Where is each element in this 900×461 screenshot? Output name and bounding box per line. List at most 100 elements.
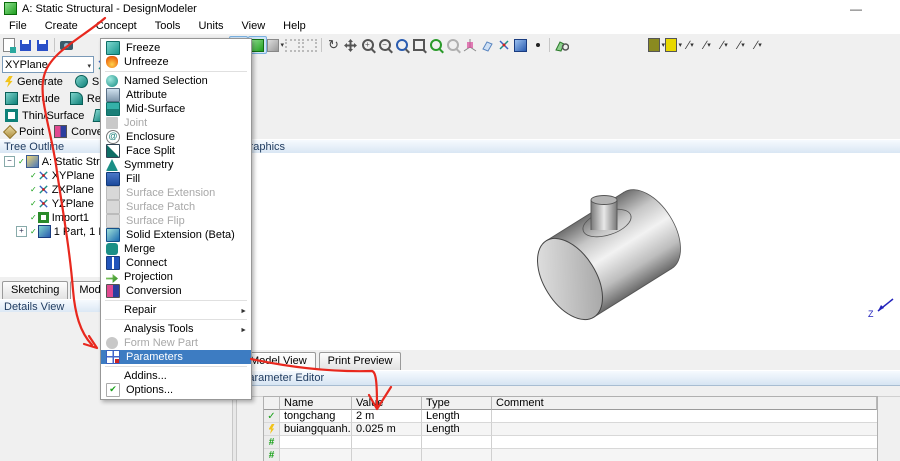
param-type-cell bbox=[422, 436, 492, 449]
triad-z: Z bbox=[868, 298, 894, 319]
zoom-to-fit-icon[interactable] bbox=[427, 37, 444, 53]
tab-sketching[interactable]: Sketching bbox=[2, 281, 69, 299]
box-select-icon bbox=[284, 37, 301, 53]
window-title: A: Static Structural - DesignModeler bbox=[22, 2, 197, 15]
menu-help[interactable]: Help bbox=[274, 19, 315, 33]
parameter-row: tongchang 2 m Length bbox=[264, 410, 877, 423]
menu-create[interactable]: Create bbox=[36, 19, 87, 33]
parameter-new-row bbox=[264, 436, 877, 449]
collapse-icon[interactable]: − bbox=[4, 156, 15, 167]
generate-button[interactable]: Generate bbox=[0, 74, 68, 89]
shaded-exterior-icon[interactable] bbox=[648, 37, 665, 53]
point-button[interactable]: Point bbox=[0, 124, 49, 139]
surface-flip-icon bbox=[106, 214, 120, 228]
menu-item-connect[interactable]: Connect bbox=[101, 256, 251, 270]
box-zoom-icon[interactable] bbox=[410, 37, 427, 53]
edge-color-icon-3[interactable]: ∕ bbox=[716, 37, 733, 53]
zoom-in-icon[interactable]: + bbox=[359, 37, 376, 53]
body-view-icon[interactable] bbox=[512, 37, 529, 53]
param-comment-cell[interactable] bbox=[492, 436, 877, 449]
tree-item-zxplane[interactable]: ✓ ZXPlane bbox=[30, 183, 94, 196]
parameters-icon bbox=[106, 350, 120, 364]
pan-icon[interactable] bbox=[342, 37, 359, 53]
menu-item-merge[interactable]: Merge bbox=[101, 242, 251, 256]
save-as-icon[interactable] bbox=[34, 37, 51, 53]
look-at-face-icon[interactable] bbox=[553, 37, 570, 53]
rotate-icon[interactable] bbox=[325, 37, 342, 53]
axes-icon[interactable] bbox=[495, 37, 512, 53]
menu-item-fill[interactable]: Fill bbox=[101, 172, 251, 186]
param-name-cell[interactable]: tongchang bbox=[280, 410, 352, 423]
edge-color-icon-5[interactable]: ∕ bbox=[750, 37, 767, 53]
extend-selection-icon[interactable] bbox=[267, 37, 284, 53]
section-display-icon[interactable] bbox=[665, 37, 682, 53]
graphics-viewport[interactable]: Z 0.000 2.500 5.000 (m) 1.250 3.750 bbox=[237, 153, 900, 350]
menu-item-attribute[interactable]: Attribute bbox=[101, 88, 251, 102]
magnifier-window-icon[interactable] bbox=[444, 37, 461, 53]
param-type-cell bbox=[422, 449, 492, 461]
menu-item-repair[interactable]: Repair bbox=[101, 303, 251, 317]
check-icon: ✓ bbox=[30, 185, 37, 194]
menu-view[interactable]: View bbox=[233, 19, 275, 33]
parameter-editor-header: Parameter Editor bbox=[237, 370, 900, 386]
menu-item-addins[interactable]: Addins... bbox=[101, 369, 251, 383]
new-sketch-icon[interactable] bbox=[0, 37, 17, 53]
menu-units[interactable]: Units bbox=[189, 19, 232, 33]
plane-icon[interactable] bbox=[478, 37, 495, 53]
param-value-cell[interactable]: 0.025 m bbox=[352, 423, 422, 436]
tree-item-yzplane[interactable]: ✓ YZPlane bbox=[30, 197, 94, 210]
edge-color-icon-4[interactable]: ∕ bbox=[733, 37, 750, 53]
unfreeze-icon bbox=[106, 56, 118, 68]
minimize-button[interactable]: — bbox=[850, 2, 862, 16]
edge-color-icon-2[interactable]: ∕ bbox=[699, 37, 716, 53]
menu-tools[interactable]: Tools bbox=[146, 19, 190, 33]
param-value-cell[interactable] bbox=[352, 436, 422, 449]
expand-icon[interactable]: + bbox=[16, 226, 27, 237]
menu-item-symmetry[interactable]: Symmetry bbox=[101, 158, 251, 172]
enclosure-icon bbox=[106, 130, 120, 144]
param-comment-cell[interactable] bbox=[492, 410, 877, 423]
menu-item-unfreeze[interactable]: Unfreeze bbox=[101, 55, 251, 69]
point-view-icon[interactable] bbox=[529, 37, 546, 53]
menu-concept[interactable]: Concept bbox=[87, 19, 146, 33]
plane-selector[interactable]: XYPlane bbox=[2, 56, 94, 73]
menu-item-solid-extension[interactable]: Solid Extension (Beta) bbox=[101, 228, 251, 242]
image-capture-icon[interactable] bbox=[58, 37, 75, 53]
param-value-cell[interactable] bbox=[352, 449, 422, 461]
extrude-button[interactable]: Extrude bbox=[0, 91, 65, 106]
zoom-pointer-icon[interactable] bbox=[393, 37, 410, 53]
tab-print-preview[interactable]: Print Preview bbox=[318, 352, 402, 370]
menu-item-enclosure[interactable]: Enclosure bbox=[101, 130, 251, 144]
thin-surface-button[interactable]: Thin/Surface bbox=[0, 108, 89, 123]
menu-item-parameters[interactable]: Parameters bbox=[101, 350, 251, 364]
check-icon: ✓ bbox=[30, 171, 37, 180]
zoom-out-icon[interactable]: − bbox=[376, 37, 393, 53]
lasso-select-icon bbox=[301, 37, 318, 53]
menu-item-face-split[interactable]: Face Split bbox=[101, 144, 251, 158]
merge-icon bbox=[106, 243, 118, 255]
tree-item-import1[interactable]: ✓ Import1 bbox=[30, 211, 89, 224]
menu-file[interactable]: File bbox=[0, 19, 36, 33]
save-icon[interactable] bbox=[17, 37, 34, 53]
param-comment-cell[interactable] bbox=[492, 423, 877, 436]
param-name-cell[interactable] bbox=[280, 449, 352, 461]
tab-model-view[interactable]: Model View bbox=[241, 352, 316, 370]
edge-color-icon-1[interactable]: ∕ bbox=[682, 37, 699, 53]
param-name-cell[interactable]: buiangquanh... bbox=[280, 423, 352, 436]
menu-item-conversion[interactable]: Conversion bbox=[101, 284, 251, 298]
menu-item-projection[interactable]: Projection bbox=[101, 270, 251, 284]
menu-item-freeze[interactable]: Freeze bbox=[101, 41, 251, 55]
param-name-cell[interactable] bbox=[280, 436, 352, 449]
menu-separator bbox=[105, 300, 247, 301]
menu-item-options[interactable]: Options... bbox=[101, 383, 251, 397]
iso-view-icon[interactable] bbox=[461, 37, 478, 53]
param-comment-cell[interactable] bbox=[492, 449, 877, 461]
generate-bolt-icon bbox=[5, 75, 13, 88]
menu-item-analysis-tools[interactable]: Analysis Tools bbox=[101, 322, 251, 336]
menu-bar: File Create Concept Tools Units View Hel… bbox=[0, 17, 900, 35]
param-value-cell[interactable]: 2 m bbox=[352, 410, 422, 423]
menu-item-mid-surface[interactable]: Mid-Surface bbox=[101, 102, 251, 116]
menu-item-named-selection[interactable]: Named Selection bbox=[101, 74, 251, 88]
tree-item-xyplane[interactable]: ✓ XYPlane bbox=[30, 169, 95, 182]
plane-selector-dropdown-icon[interactable] bbox=[86, 59, 91, 71]
